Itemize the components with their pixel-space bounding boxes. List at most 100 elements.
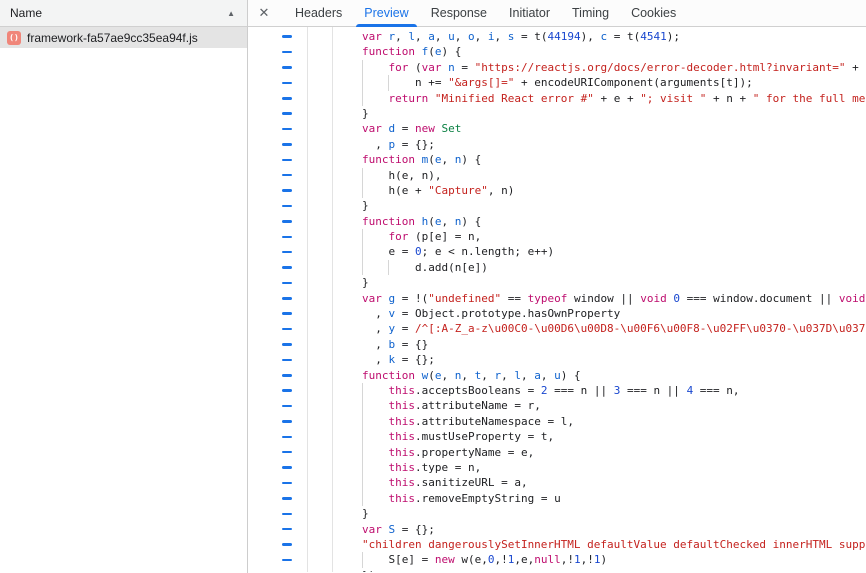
fold-marker-icon[interactable] — [282, 312, 292, 315]
fold-marker-icon[interactable] — [282, 374, 292, 377]
code-line: h(e, n), — [248, 168, 866, 183]
line-number-cell — [307, 537, 332, 552]
line-text: this.mustUseProperty = t, — [332, 429, 866, 444]
line-number-cell — [307, 352, 332, 367]
request-list-panel: Name ▲ ()framework-fa57ae9cc35ea94f.js — [0, 0, 247, 573]
tab-headers[interactable]: Headers — [284, 0, 353, 27]
fold-gutter-cell — [248, 522, 307, 537]
tab-preview[interactable]: Preview — [353, 0, 419, 27]
line-text: h(e + "Capture", n) — [332, 183, 866, 198]
tab-cookies[interactable]: Cookies — [620, 0, 687, 27]
fold-marker-icon[interactable] — [282, 282, 292, 285]
fold-marker-icon[interactable] — [282, 66, 292, 69]
line-text: var d = new Set — [332, 121, 866, 136]
fold-marker-icon[interactable] — [282, 359, 292, 362]
fold-marker-icon[interactable] — [282, 174, 292, 177]
fold-marker-icon[interactable] — [282, 251, 292, 254]
fold-marker-icon[interactable] — [282, 513, 292, 516]
tab-response[interactable]: Response — [420, 0, 498, 27]
line-text: var S = {}; — [332, 522, 866, 537]
tab-timing[interactable]: Timing — [561, 0, 620, 27]
fold-marker-icon[interactable] — [282, 35, 292, 38]
line-number-cell — [307, 244, 332, 259]
fold-gutter-cell — [248, 183, 307, 198]
indent-guide — [362, 91, 363, 106]
line-text: }) — [332, 568, 866, 572]
line-number-cell — [307, 121, 332, 136]
fold-marker-icon[interactable] — [282, 343, 292, 346]
indent-guide — [362, 183, 363, 198]
line-text: d.add(n[e]) — [332, 260, 866, 275]
fold-marker-icon[interactable] — [282, 297, 292, 300]
fold-gutter-cell — [248, 568, 307, 572]
line-number-cell — [307, 306, 332, 321]
line-text: } — [332, 198, 866, 213]
close-details-button[interactable]: ✕ — [248, 0, 280, 27]
line-text: S[e] = new w(e,0,!1,e,null,!1,!1) — [332, 552, 866, 567]
indent-guide — [362, 260, 363, 275]
fold-marker-icon[interactable] — [282, 436, 292, 439]
fold-marker-icon[interactable] — [282, 528, 292, 531]
line-number-gutter-divider — [332, 27, 333, 572]
fold-marker-icon[interactable] — [282, 420, 292, 423]
line-text: return "Minified React error #" + e + ";… — [332, 91, 866, 106]
line-text: this.acceptsBooleans = 2 === n || 3 === … — [332, 383, 866, 398]
indent-guide — [362, 229, 363, 244]
code-line: for (var n = "https://reactjs.org/docs/e… — [248, 60, 866, 75]
fold-gutter-cell — [248, 44, 307, 59]
code-line: }) — [248, 568, 866, 572]
code-line: , p = {}; — [248, 137, 866, 152]
fold-gutter-cell — [248, 214, 307, 229]
fold-marker-icon[interactable] — [282, 128, 292, 131]
fold-marker-icon[interactable] — [282, 97, 292, 100]
fold-marker-icon[interactable] — [282, 205, 292, 208]
fold-marker-icon[interactable] — [282, 220, 292, 223]
tab-bar-tabs: HeadersPreviewResponseInitiatorTimingCoo… — [284, 0, 687, 27]
line-text: this.attributeNamespace = l, — [332, 414, 866, 429]
fold-marker-icon[interactable] — [282, 328, 292, 331]
indent-guide — [362, 429, 363, 444]
line-number-cell — [307, 275, 332, 290]
fold-marker-icon[interactable] — [282, 559, 292, 562]
fold-marker-icon[interactable] — [282, 112, 292, 115]
code-line: function f(e) { — [248, 44, 866, 59]
fold-marker-icon[interactable] — [282, 482, 292, 485]
fold-gutter-cell — [248, 368, 307, 383]
code-line: this.acceptsBooleans = 2 === n || 3 === … — [248, 383, 866, 398]
line-number-cell — [307, 91, 332, 106]
sort-ascending-icon: ▲ — [227, 9, 235, 18]
request-details-panel: ✕ HeadersPreviewResponseInitiatorTimingC… — [247, 0, 866, 573]
request-row[interactable]: ()framework-fa57ae9cc35ea94f.js — [0, 27, 247, 48]
code-line: return "Minified React error #" + e + ";… — [248, 91, 866, 106]
fold-marker-icon[interactable] — [282, 189, 292, 192]
code-line: var S = {}; — [248, 522, 866, 537]
fold-marker-icon[interactable] — [282, 389, 292, 392]
fold-marker-icon[interactable] — [282, 497, 292, 500]
fold-marker-icon[interactable] — [282, 543, 292, 546]
fold-marker-icon[interactable] — [282, 405, 292, 408]
fold-marker-icon[interactable] — [282, 82, 292, 85]
line-text: h(e, n), — [332, 168, 866, 183]
fold-marker-icon[interactable] — [282, 51, 292, 54]
fold-marker-icon[interactable] — [282, 451, 292, 454]
fold-marker-icon[interactable] — [282, 266, 292, 269]
fold-marker-icon[interactable] — [282, 159, 292, 162]
name-column-header[interactable]: Name ▲ — [0, 0, 247, 27]
code-line: var r, l, a, u, o, i, s = t(44194), c = … — [248, 29, 866, 44]
fold-gutter-cell — [248, 445, 307, 460]
code-line: } — [248, 198, 866, 213]
fold-gutter-cell — [248, 168, 307, 183]
line-number-cell — [307, 214, 332, 229]
fold-marker-icon[interactable] — [282, 236, 292, 239]
code-line: function m(e, n) { — [248, 152, 866, 167]
code-line: n += "&args[]=" + encodeURIComponent(arg… — [248, 75, 866, 90]
indent-guide — [362, 414, 363, 429]
line-text: this.propertyName = e, — [332, 445, 866, 460]
fold-marker-icon[interactable] — [282, 143, 292, 146]
line-number-cell — [307, 460, 332, 475]
line-text: , k = {}; — [332, 352, 866, 367]
code-line: , v = Object.prototype.hasOwnProperty — [248, 306, 866, 321]
fold-marker-icon[interactable] — [282, 466, 292, 469]
tab-initiator[interactable]: Initiator — [498, 0, 561, 27]
fold-gutter-cell — [248, 121, 307, 136]
